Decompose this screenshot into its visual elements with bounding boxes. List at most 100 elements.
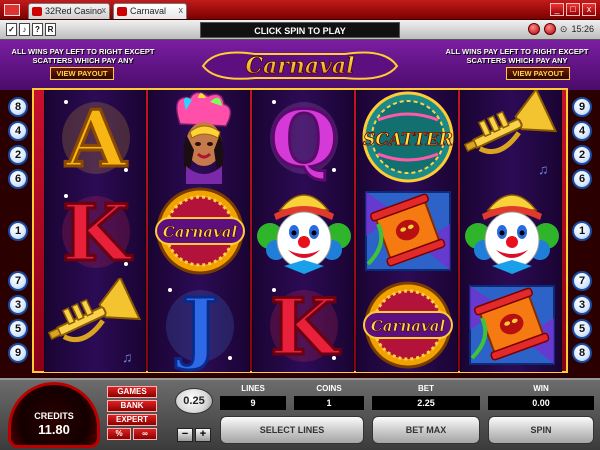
payline-left-2[interactable]: 2	[8, 145, 28, 165]
autoplay-icon[interactable]: ∞	[133, 428, 157, 440]
reel-3: QK	[252, 90, 354, 375]
carnaval-logo: Carnaval	[201, 51, 399, 80]
payline-right-2[interactable]: 2	[572, 145, 592, 165]
payline-right-5[interactable]: 5	[572, 319, 592, 339]
tab-32red-casino[interactable]: 32Red Casino x	[28, 3, 110, 19]
payline-right-7[interactable]: 7	[572, 271, 592, 291]
trumpet-symbol: ♫	[46, 275, 146, 372]
close-tab-icon[interactable]: x	[102, 5, 107, 15]
win-value: 0.00	[488, 396, 594, 410]
toolbar-icons: ✓ ♪ ? R	[6, 23, 56, 36]
tab-label: 32Red Casino	[45, 6, 103, 16]
letter-k-symbol: K	[46, 184, 146, 281]
reel-5: ♫	[460, 87, 562, 372]
payline-left-4[interactable]: 4	[8, 121, 28, 141]
games-button[interactable]: GAMES	[107, 386, 157, 398]
payline-right-8[interactable]: 8	[572, 343, 592, 363]
close-tab-icon[interactable]: x	[179, 5, 184, 15]
payline-left-7[interactable]: 7	[8, 271, 28, 291]
tab-bar: 32Red Casino x Carnaval x _ □ x	[0, 0, 600, 20]
pay-rule-note-right: ALL WINS PAY LEFT TO RIGHT EXCEPT SCATTE…	[445, 47, 589, 65]
letter-j-symbol: J	[150, 278, 250, 375]
payline-left-3[interactable]: 3	[8, 295, 28, 315]
svg-text:♫: ♫	[122, 349, 133, 365]
spin-button[interactable]: SPIN	[488, 416, 594, 444]
letter-glyph: Q	[270, 94, 338, 184]
paylines-left: 8 4 2 6 1 7 3 5 9	[6, 95, 30, 365]
payline-right-1[interactable]: 1	[572, 221, 592, 241]
bet-label: BET	[418, 384, 434, 393]
payline-right-4[interactable]: 4	[572, 121, 592, 141]
lines-label: LINES	[241, 384, 265, 393]
carnaval-logo-symbol: Carnaval	[150, 184, 250, 278]
logo-symbol-text: Carnaval	[163, 223, 238, 241]
game-toolbar: ✓ ♪ ? R CLICK SPIN TO PLAY ⊙ 15:26	[0, 20, 600, 40]
bet-value: 2.25	[372, 396, 480, 410]
menu-icon[interactable]	[4, 4, 20, 16]
letter-glyph: K	[270, 282, 341, 372]
letter-a-symbol: A	[46, 90, 146, 187]
credits-label: CREDITS	[34, 411, 74, 421]
scatter-text: SCATTER	[363, 130, 453, 150]
coins-display: COINS 1	[294, 384, 364, 412]
casino-favicon-icon	[32, 7, 42, 16]
clown-symbol	[254, 184, 354, 278]
coins-label: COINS	[316, 384, 342, 393]
minimize-button[interactable]: _	[550, 3, 564, 16]
sound-icon[interactable]: ♪	[19, 23, 30, 36]
lines-value: 9	[220, 396, 286, 410]
payline-left-1[interactable]: 1	[8, 221, 28, 241]
letter-glyph: J	[176, 282, 219, 372]
menu-buttons: GAMES BANK EXPERT % ∞	[107, 386, 157, 440]
bet-max-button[interactable]: BET MAX	[372, 416, 480, 444]
percent-button[interactable]: %	[107, 428, 131, 440]
clock-time: 15:26	[571, 24, 594, 34]
letter-glyph: A	[65, 94, 128, 184]
bank-button[interactable]: BANK	[107, 400, 157, 412]
increase-coin-button[interactable]: +	[195, 428, 211, 442]
payline-right-6[interactable]: 6	[572, 169, 592, 189]
carnaval-logo-symbol: Carnaval	[358, 278, 458, 372]
svg-text:♫: ♫	[538, 161, 549, 177]
logo-symbol-text: Carnaval	[371, 317, 446, 335]
scatter-symbol: SCATTER	[358, 90, 458, 184]
reel-1: A K ♫	[44, 90, 146, 372]
tab-carnaval[interactable]: Carnaval x	[113, 3, 187, 19]
letter-q-symbol: Q	[254, 90, 354, 187]
tab-label: Carnaval	[130, 6, 167, 16]
coin-value-chip[interactable]: 0.25	[175, 388, 213, 414]
payline-left-5[interactable]: 5	[8, 319, 28, 339]
paylines-right: 9 4 2 6 1 7 3 5 8	[570, 95, 594, 365]
carnival-dancer-symbol	[150, 90, 250, 184]
letter-glyph: K	[62, 188, 133, 278]
credits-value: 11.80	[38, 422, 70, 437]
payline-left-6[interactable]: 6	[8, 169, 28, 189]
reel-4: SCATTER Carnaval	[356, 90, 458, 372]
drum-symbol	[358, 184, 458, 278]
extra-buttons-row: % ∞	[107, 428, 157, 440]
clown-symbol	[462, 184, 562, 278]
clock-icon: ⊙	[559, 23, 568, 34]
view-payout-button-right[interactable]: VIEW PAYOUT	[506, 67, 570, 80]
red-dot-icon[interactable]	[543, 23, 556, 35]
red-dot-icon[interactable]	[527, 23, 540, 35]
close-window-button[interactable]: x	[582, 3, 596, 16]
payline-right-9[interactable]: 9	[572, 97, 592, 117]
logo-text: Carnaval	[245, 53, 354, 79]
help-icon[interactable]: ?	[32, 23, 43, 36]
maximize-button[interactable]: □	[566, 3, 580, 16]
payline-left-9[interactable]: 9	[8, 343, 28, 363]
win-display: WIN 0.00	[488, 384, 594, 412]
select-lines-button[interactable]: SELECT LINES	[220, 416, 364, 444]
payline-left-8[interactable]: 8	[8, 97, 28, 117]
payline-right-3[interactable]: 3	[572, 295, 592, 315]
expert-button[interactable]: EXPERT	[107, 414, 157, 426]
check-icon[interactable]: ✓	[6, 23, 17, 36]
red-r-icon[interactable]: R	[45, 23, 56, 36]
window-controls: _ □ x	[550, 3, 596, 16]
game-favicon-icon	[117, 7, 127, 16]
view-payout-button-left[interactable]: VIEW PAYOUT	[50, 67, 114, 80]
toolbar-right: ⊙ 15:26	[527, 23, 594, 35]
decrease-coin-button[interactable]: −	[177, 428, 193, 442]
status-message: CLICK SPIN TO PLAY	[200, 22, 400, 38]
